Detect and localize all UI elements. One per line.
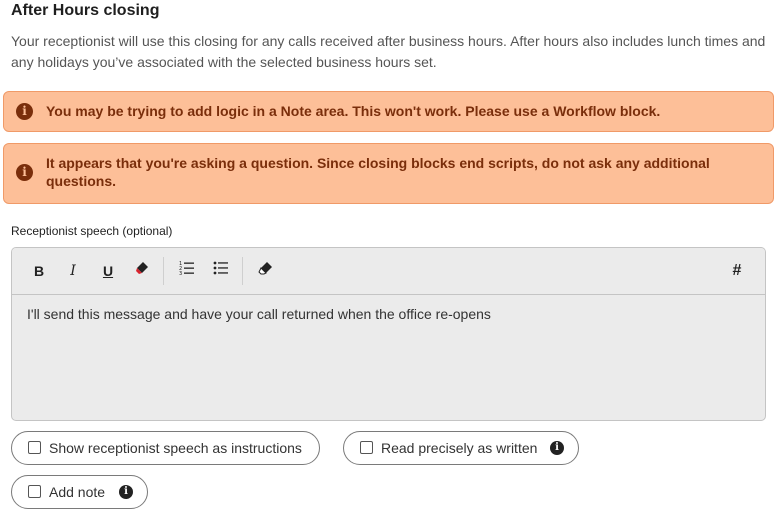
- bold-button[interactable]: B: [27, 260, 51, 282]
- alert-question-warning: i It appears that you're asking a questi…: [3, 143, 774, 204]
- alert-logic-warning: i You may be trying to add logic in a No…: [3, 91, 774, 132]
- section-description: Your receptionist will use this closing …: [11, 31, 771, 73]
- show-speech-as-instructions-option[interactable]: Show receptionist speech as instructions: [11, 431, 320, 465]
- read-precisely-option[interactable]: Read precisely as written i: [343, 431, 579, 465]
- section-title: After Hours closing: [11, 2, 159, 20]
- checkbox[interactable]: [360, 441, 373, 454]
- bullet-list-icon[interactable]: [209, 260, 233, 282]
- info-icon[interactable]: i: [550, 441, 564, 455]
- italic-button[interactable]: I: [61, 260, 85, 282]
- info-icon: i: [16, 103, 33, 120]
- alert-text: You may be trying to add logic in a Note…: [46, 102, 713, 120]
- speech-editor[interactable]: B I U 1 2 3: [11, 247, 766, 421]
- speech-label: Receptionist speech (optional): [11, 224, 172, 238]
- clear-formatting-icon[interactable]: [254, 260, 278, 282]
- option-label: Show receptionist speech as instructions: [49, 432, 302, 464]
- ordered-list-icon[interactable]: 1 2 3: [175, 260, 199, 282]
- alert-text: It appears that you're asking a question…: [46, 154, 713, 190]
- svg-text:3: 3: [179, 271, 182, 276]
- option-label: Add note: [49, 476, 105, 508]
- underline-button[interactable]: U: [96, 260, 120, 282]
- add-note-option[interactable]: Add note i: [11, 475, 148, 509]
- toolbar-divider: [242, 257, 243, 285]
- option-label: Read precisely as written: [381, 432, 537, 464]
- checkbox[interactable]: [28, 485, 41, 498]
- speech-content[interactable]: I'll send this message and have your cal…: [27, 306, 750, 322]
- info-icon: i: [16, 164, 33, 181]
- editor-toolbar: B I U 1 2 3: [12, 248, 765, 295]
- toolbar-divider: [163, 257, 164, 285]
- info-icon[interactable]: i: [119, 485, 133, 499]
- checkbox[interactable]: [28, 441, 41, 454]
- variable-insert-button[interactable]: #: [725, 260, 749, 282]
- highlight-icon[interactable]: [130, 260, 154, 282]
